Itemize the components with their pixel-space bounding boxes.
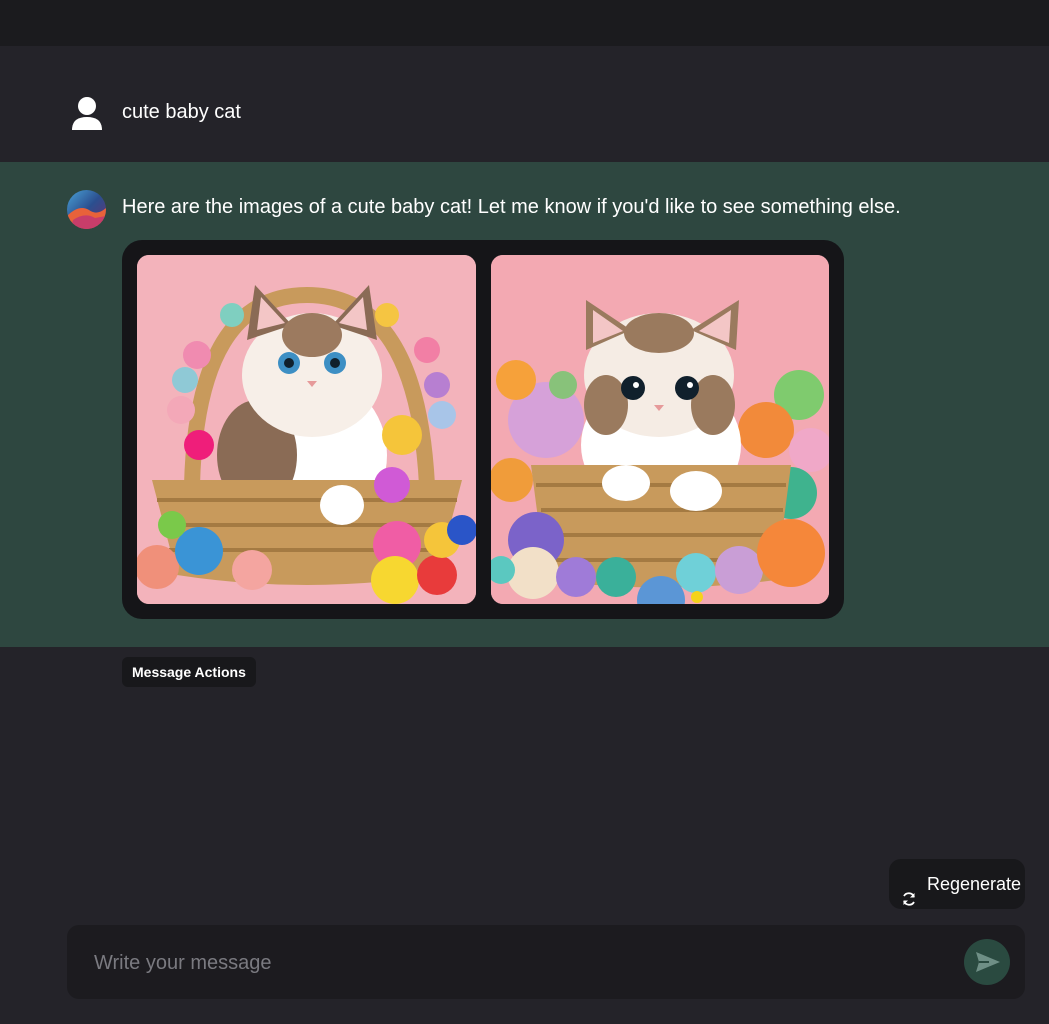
message-input[interactable] — [92, 925, 956, 1001]
send-button[interactable] — [964, 939, 1010, 985]
image-gallery — [122, 240, 844, 619]
top-bar — [0, 0, 1049, 46]
generated-image-2[interactable] — [491, 255, 829, 604]
refresh-icon — [901, 876, 917, 906]
user-message-text: cute baby cat — [122, 101, 241, 123]
bot-avatar-icon — [67, 190, 106, 229]
message-actions-button[interactable]: Message Actions — [122, 657, 256, 687]
regenerate-button[interactable]: Regenerate — [889, 859, 1025, 909]
message-composer — [67, 925, 1025, 1001]
bot-message-text: Here are the images of a cute baby cat! … — [122, 196, 901, 218]
user-icon — [70, 96, 104, 132]
generated-image-1[interactable] — [137, 255, 476, 604]
regenerate-label: Regenerate — [927, 874, 1022, 894]
